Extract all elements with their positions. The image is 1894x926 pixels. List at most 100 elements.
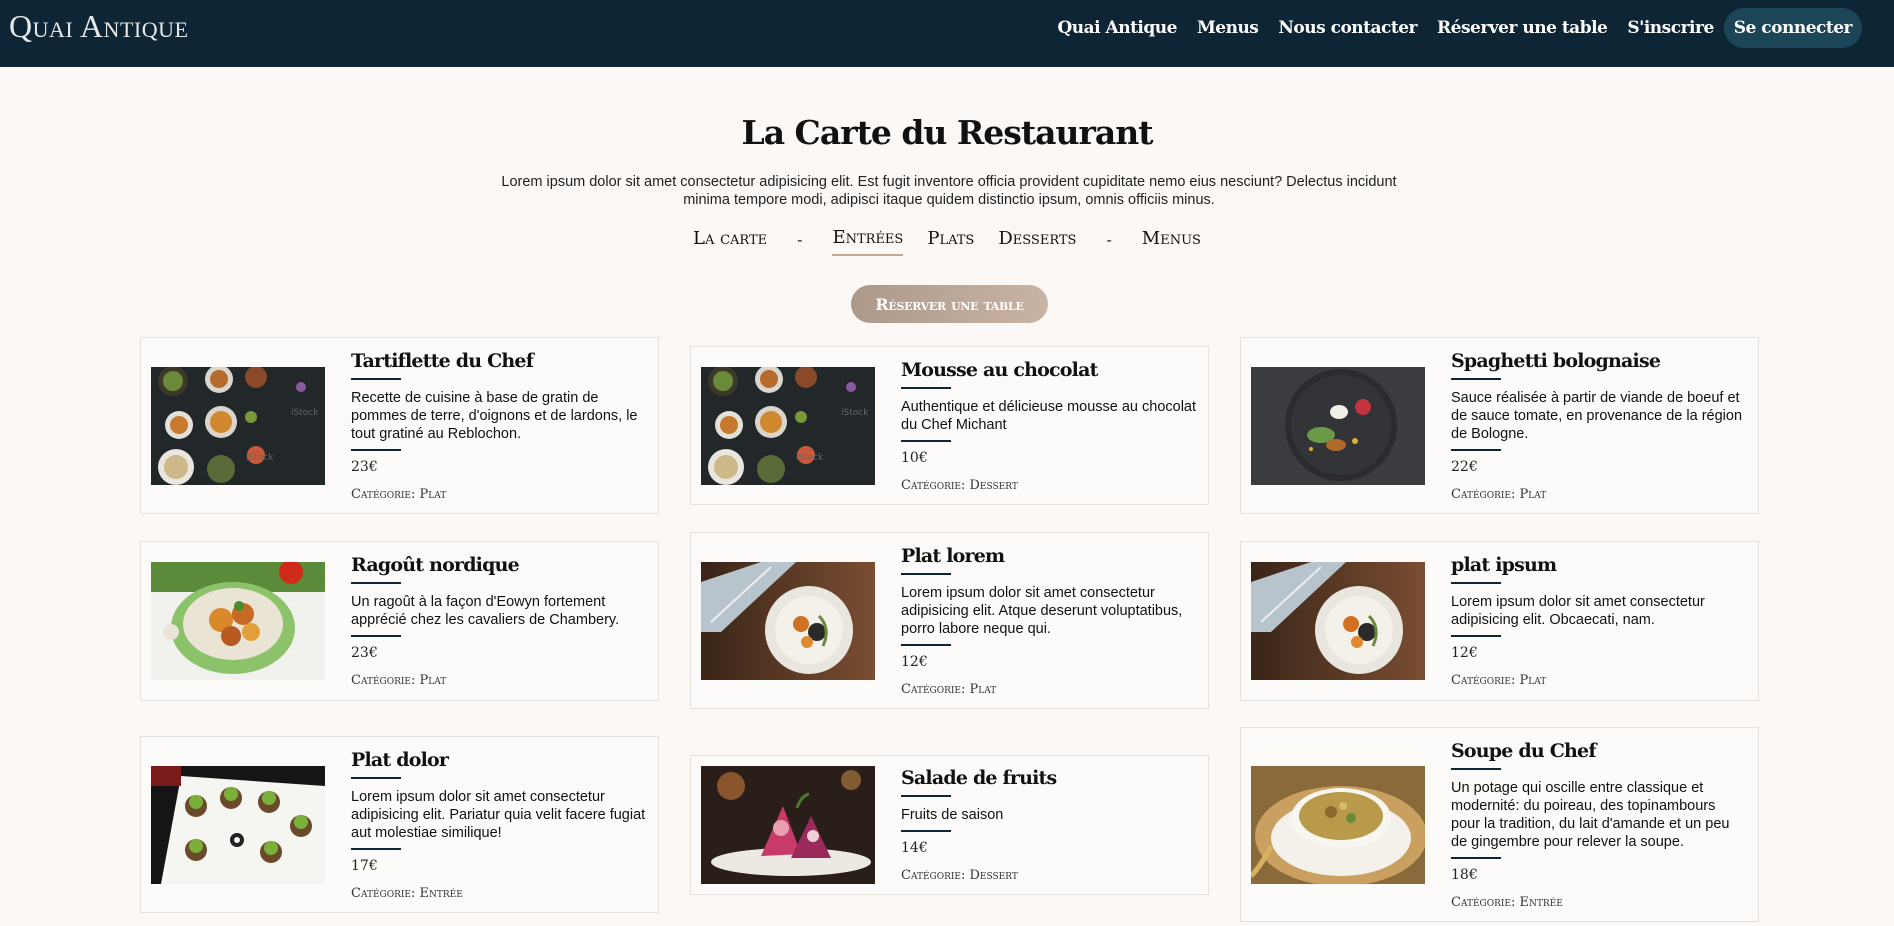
- dish-description: Recette de cuisine à base de gratin de p…: [351, 389, 638, 442]
- title-underline: [351, 582, 401, 584]
- nav-reserve[interactable]: Réserver une table: [1427, 18, 1617, 38]
- dish-name: Ragoût nordique: [351, 554, 520, 576]
- nav-home[interactable]: Quai Antique: [1047, 18, 1186, 38]
- dish-price: 23€: [351, 645, 378, 661]
- dish-name: Spaghetti bolognaise: [1451, 349, 1661, 372]
- dish-description: Un ragoût à la façon d'Eowyn fortement a…: [351, 594, 620, 628]
- filter-desserts[interactable]: Desserts: [998, 226, 1076, 255]
- dish-price: 10€: [901, 449, 928, 466]
- title-underline: [901, 572, 951, 575]
- dish-price: 18€: [1451, 866, 1478, 883]
- description-underline: [351, 448, 401, 451]
- dish-price: 17€: [351, 857, 378, 874]
- brand-logo[interactable]: Quai Antique: [9, 8, 188, 45]
- dish-category: Catégorie: Plat: [351, 486, 447, 502]
- description-underline: [351, 635, 401, 637]
- dish-description: Lorem ipsum dolor sit amet consectetur a…: [901, 584, 1183, 637]
- main-nav: Quai Antique Menus Nous contacter Réserv…: [1047, 8, 1862, 48]
- dish-info: plat ipsum Lorem ipsum dolor sit amet co…: [1451, 554, 1748, 688]
- reserve-table-button[interactable]: Réserver une table: [851, 285, 1048, 323]
- description-underline: [1451, 856, 1501, 859]
- dish-price: 14€: [901, 840, 928, 856]
- dish-category: Catégorie: Entrée: [351, 885, 463, 901]
- description-underline: [901, 830, 951, 832]
- dish-card[interactable]: Plat dolor Lorem ipsum dolor sit amet co…: [140, 736, 659, 913]
- dish-price: 22€: [1451, 458, 1478, 475]
- dish-image: [1251, 366, 1425, 485]
- dish-name: Salade de fruits: [901, 767, 1057, 789]
- dish-image: [151, 765, 325, 884]
- filter-la-carte[interactable]: La carte: [693, 226, 767, 255]
- dish-name: Plat lorem: [901, 544, 1005, 567]
- description-underline: [351, 847, 401, 850]
- dish-description: Lorem ipsum dolor sit amet consectetur a…: [351, 788, 646, 841]
- nav-signup[interactable]: S'inscrire: [1617, 18, 1723, 38]
- title-underline: [1451, 582, 1501, 584]
- title-underline: [1451, 767, 1501, 770]
- dish-price: 12€: [901, 653, 928, 670]
- dish-description: Lorem ipsum dolor sit amet consectetur a…: [1451, 594, 1705, 628]
- dish-image: [1251, 765, 1425, 884]
- svg-text:iStock: iStock: [291, 408, 319, 418]
- svg-text:iStock: iStock: [246, 453, 274, 463]
- filter-plats[interactable]: Plats: [927, 226, 974, 255]
- dish-info: Spaghetti bolognaise Sauce réalisée à pa…: [1451, 350, 1748, 502]
- dish-card[interactable]: plat ipsum Lorem ipsum dolor sit amet co…: [1240, 541, 1759, 701]
- dish-price: 12€: [1451, 645, 1478, 661]
- dish-category: Catégorie: Plat: [901, 681, 997, 697]
- dish-name: Plat dolor: [351, 748, 449, 771]
- title-underline: [901, 386, 951, 389]
- dish-name: Mousse au chocolat: [901, 358, 1098, 381]
- svg-text:iStock: iStock: [841, 408, 869, 418]
- dish-image: [151, 562, 325, 680]
- description-underline: [1451, 635, 1501, 637]
- dish-description: Fruits de saison: [901, 807, 1004, 823]
- dish-info: Plat dolor Lorem ipsum dolor sit amet co…: [351, 749, 648, 901]
- description-underline: [901, 439, 951, 442]
- category-filters: La carte - Entrées Plats Desserts - Menu…: [0, 225, 1894, 256]
- nav-menus[interactable]: Menus: [1187, 18, 1268, 38]
- dish-info: Soupe du Chef Un potage qui oscille entr…: [1451, 740, 1748, 910]
- dish-image: [1251, 562, 1425, 680]
- page-title: La Carte du Restaurant: [741, 113, 1153, 152]
- dish-card[interactable]: Ragoût nordique Un ragoût à la façon d'E…: [140, 541, 659, 701]
- filter-entrees[interactable]: Entrées: [832, 225, 904, 256]
- title-underline: [351, 377, 401, 380]
- description-underline: [1451, 448, 1501, 451]
- dish-name: plat ipsum: [1451, 554, 1557, 576]
- dish-name: Soupe du Chef: [1451, 739, 1597, 762]
- dish-card[interactable]: iStock iStock Tartiflette du Chef Recett…: [140, 337, 659, 514]
- dish-category: Catégorie: Plat: [1451, 486, 1547, 502]
- title-underline: [351, 776, 401, 779]
- dish-card[interactable]: Plat lorem Lorem ipsum dolor sit amet co…: [690, 532, 1209, 709]
- dish-info: Salade de fruits Fruits de saison 14€ Ca…: [901, 767, 1198, 883]
- dish-description: Authentique et délicieuse mousse au choc…: [901, 398, 1197, 433]
- login-button[interactable]: Se connecter: [1723, 8, 1862, 48]
- dish-name: Tartiflette du Chef: [351, 349, 534, 372]
- dish-card[interactable]: iStock iStock Mousse au chocolat Authent…: [690, 346, 1209, 505]
- dish-description: Un potage qui oscille entre classique et…: [1451, 779, 1730, 850]
- dish-image: [701, 766, 875, 884]
- dish-category: Catégorie: Plat: [1451, 673, 1547, 688]
- intro-text: Lorem ipsum dolor sit amet consectetur a…: [501, 174, 1397, 208]
- dish-info: Ragoût nordique Un ragoût à la façon d'E…: [351, 554, 648, 688]
- dish-info: Tartiflette du Chef Recette de cuisine à…: [351, 350, 648, 502]
- dish-category: Catégorie: Entrée: [1451, 894, 1563, 910]
- filter-menus[interactable]: Menus: [1142, 226, 1201, 255]
- title-underline: [1451, 377, 1501, 380]
- svg-text:iStock: iStock: [796, 453, 824, 463]
- dish-card[interactable]: Salade de fruits Fruits de saison 14€ Ca…: [690, 755, 1209, 895]
- dish-category: Catégorie: Dessert: [901, 868, 1018, 883]
- title-underline: [901, 795, 951, 797]
- dish-card[interactable]: Soupe du Chef Un potage qui oscille entr…: [1240, 727, 1759, 922]
- description-underline: [901, 643, 951, 646]
- filter-separator: -: [1106, 231, 1112, 249]
- filter-separator: -: [797, 231, 803, 249]
- navbar: Quai Antique Quai Antique Menus Nous con…: [0, 0, 1894, 67]
- dish-category: Catégorie: Dessert: [901, 477, 1018, 493]
- nav-contact[interactable]: Nous contacter: [1268, 18, 1427, 38]
- dish-info: Mousse au chocolat Authentique et délici…: [901, 359, 1198, 493]
- dish-card[interactable]: Spaghetti bolognaise Sauce réalisée à pa…: [1240, 337, 1759, 514]
- dish-image: iStock iStock: [701, 366, 875, 485]
- dish-info: Plat lorem Lorem ipsum dolor sit amet co…: [901, 545, 1198, 697]
